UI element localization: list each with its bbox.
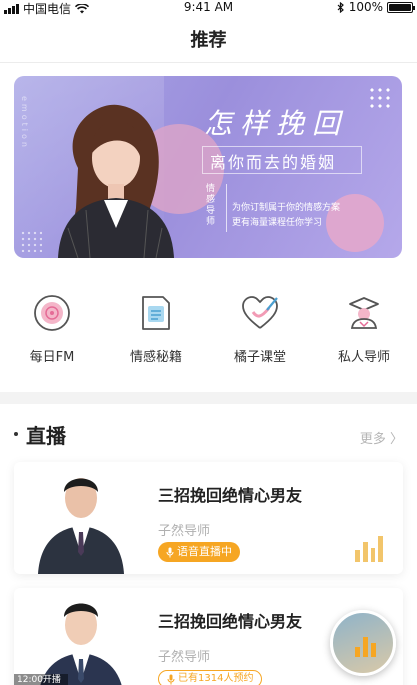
battery-icon — [387, 1, 415, 13]
document-icon — [142, 296, 170, 330]
teacher-photo — [38, 478, 124, 574]
section-gap — [0, 392, 417, 404]
banner-headline: 怎样挽回 — [204, 107, 349, 140]
live-card-teacher: 子然导师 — [158, 650, 211, 665]
heart-pen-icon — [242, 296, 278, 329]
quick-nav-label: 每日FM — [29, 350, 75, 365]
quick-nav-label: 情感秘籍 — [129, 350, 182, 365]
teacher-photo — [40, 603, 122, 685]
reservation-badge: 已有1314人预约 — [158, 670, 263, 685]
audio-bars-icon — [355, 635, 379, 657]
quick-nav-label: 橘子课堂 — [233, 350, 286, 365]
battery-percent: 100% — [348, 0, 383, 14]
bluetooth-icon — [337, 1, 344, 13]
page-title: 推荐 — [190, 30, 227, 51]
banner-vertical-text: emotion — [20, 96, 29, 150]
graduate-icon — [349, 297, 379, 329]
start-time-tag: 12:00开播 — [14, 674, 68, 685]
quick-nav-label: 私人导师 — [337, 350, 390, 365]
live-section-title: 直播 — [26, 424, 66, 448]
live-card-teacher: 子然导师 — [158, 524, 211, 539]
dots-decoration — [368, 86, 392, 110]
live-card-title: 三招挽回绝情心男友 — [158, 486, 303, 505]
mentor-photo — [58, 104, 174, 258]
quick-nav-secrets[interactable]: 情感秘籍 — [104, 292, 208, 372]
status-bar: 中国电信 9:41 AM 100% — [0, 0, 417, 16]
quick-nav-mentor[interactable]: 私人导师 — [312, 292, 416, 372]
audio-bars-icon — [355, 536, 383, 562]
live-card[interactable]: 三招挽回绝情心男友 子然导师 语音直播中 — [14, 462, 403, 574]
disc-icon — [34, 295, 70, 331]
promo-banner[interactable]: emotion 怎样挽回 离你而去的婚姻 情感导师 为你订制属于你的情感方案 更… — [14, 76, 402, 258]
microphone-icon — [166, 547, 174, 557]
banner-subheadline: 离你而去的婚姻 — [210, 153, 337, 172]
floating-player-button[interactable] — [330, 610, 396, 676]
banner-desc-line2: 更有海量课程任你学习 — [232, 218, 323, 228]
live-status-text: 语音直播中 — [177, 545, 232, 558]
live-card-title: 三招挽回绝情心男友 — [158, 612, 303, 631]
quick-nav-classroom[interactable]: 橘子课堂 — [208, 292, 312, 372]
more-link[interactable]: 更多 〉 — [360, 428, 403, 447]
quick-nav: 每日FM 情感秘籍 橘子课堂 私人导师 — [0, 292, 417, 372]
reservation-text: 已有1314人预约 — [178, 673, 254, 684]
section-dot — [14, 432, 18, 436]
banner-tag: 情感导师 — [206, 184, 216, 227]
banner-desc-line1: 为你订制属于你的情感方案 — [232, 203, 341, 213]
status-right: 100% — [337, 0, 415, 14]
live-section-header: 直播 更多 〉 — [14, 420, 403, 450]
banner-divider — [226, 184, 227, 232]
microphone-icon — [167, 674, 175, 684]
quick-nav-daily-fm[interactable]: 每日FM — [0, 292, 104, 372]
live-status-badge: 语音直播中 — [158, 542, 240, 562]
nav-divider — [0, 62, 417, 63]
